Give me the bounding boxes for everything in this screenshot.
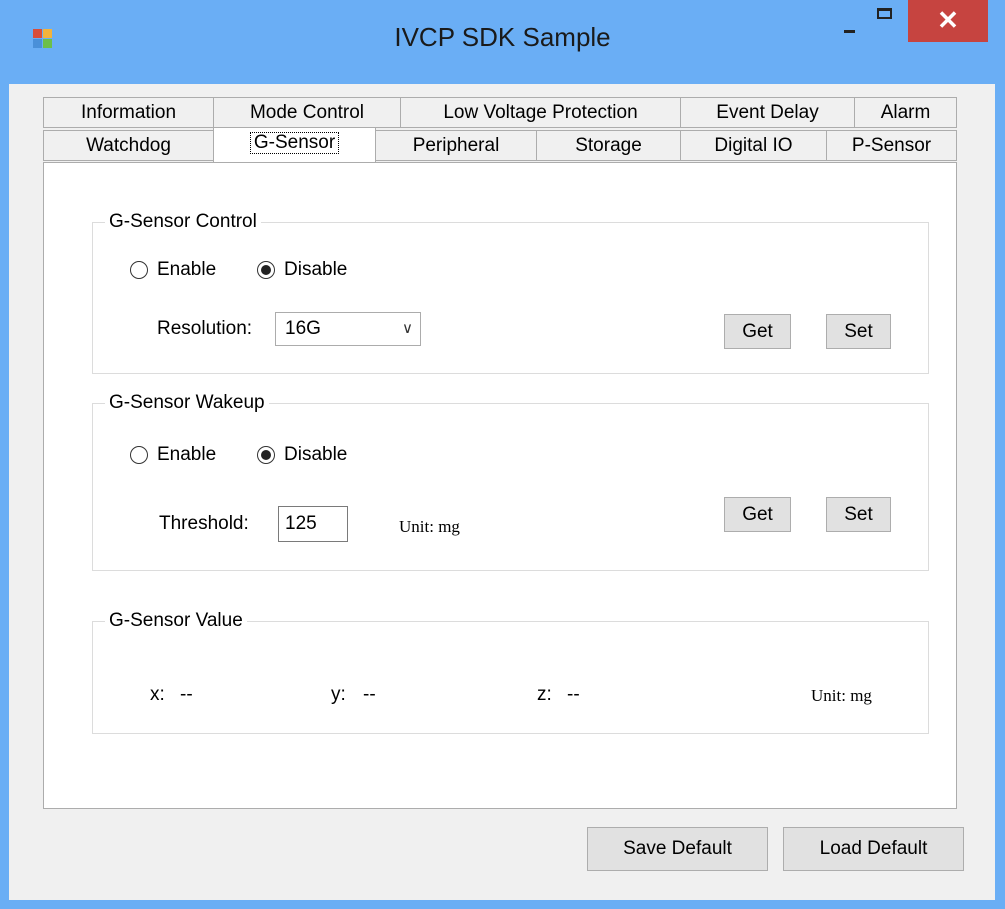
- radio-checked-icon: [257, 446, 275, 464]
- resolution-select[interactable]: 16G ∨: [275, 312, 421, 346]
- x-label: x:: [150, 684, 165, 705]
- control-enable-label: Enable: [157, 259, 217, 280]
- radio-unchecked-icon: [130, 261, 148, 279]
- wakeup-disable-label: Disable: [284, 444, 348, 465]
- control-disable-label: Disable: [284, 259, 348, 280]
- tab-information[interactable]: Information: [43, 97, 214, 128]
- title-bar[interactable]: IVCP SDK Sample ✕: [0, 0, 1005, 84]
- g-sensor-wakeup-group: G-Sensor Wakeup Enable Disable Threshold…: [92, 391, 929, 571]
- threshold-label: Threshold:: [159, 513, 249, 534]
- threshold-input[interactable]: 125: [278, 506, 348, 542]
- tab-peripheral[interactable]: Peripheral: [375, 130, 537, 161]
- y-label: y:: [331, 684, 346, 705]
- tab-watchdog[interactable]: Watchdog: [43, 130, 214, 161]
- radio-unchecked-icon: [130, 446, 148, 464]
- tab-p-sensor[interactable]: P-Sensor: [826, 130, 957, 161]
- z-label: z:: [537, 684, 552, 705]
- client-area: Information Mode Control Low Voltage Pro…: [9, 84, 995, 900]
- control-set-button[interactable]: Set: [826, 314, 891, 349]
- z-value: --: [567, 684, 580, 705]
- g-sensor-tab-page: G-Sensor Control Enable Disable Resoluti…: [43, 162, 957, 809]
- tab-mode-control[interactable]: Mode Control: [213, 97, 401, 128]
- tab-alarm[interactable]: Alarm: [854, 97, 957, 128]
- control-get-button[interactable]: Get: [724, 314, 791, 349]
- save-default-button[interactable]: Save Default: [587, 827, 768, 871]
- g-sensor-value-group: G-Sensor Value x: -- y: -- z: -- Unit: m…: [92, 609, 929, 734]
- value-unit-label: Unit: mg: [811, 686, 872, 705]
- tab-storage[interactable]: Storage: [536, 130, 681, 161]
- resolution-value: 16G: [285, 318, 321, 339]
- resolution-label: Resolution:: [157, 318, 253, 339]
- chevron-down-icon: ∨: [402, 320, 413, 337]
- wakeup-get-button[interactable]: Get: [724, 497, 791, 532]
- close-icon[interactable]: ✕: [908, 0, 988, 42]
- x-value: --: [180, 684, 193, 705]
- wakeup-disable-radio[interactable]: Disable: [257, 444, 347, 466]
- g-sensor-wakeup-legend: G-Sensor Wakeup: [105, 391, 269, 415]
- g-sensor-value-legend: G-Sensor Value: [105, 609, 247, 633]
- y-value: --: [363, 684, 376, 705]
- tab-low-voltage-protection[interactable]: Low Voltage Protection: [400, 97, 681, 128]
- app-window: IVCP SDK Sample ✕ Information Mode Contr…: [0, 0, 1005, 909]
- g-sensor-control-legend: G-Sensor Control: [105, 210, 261, 234]
- tab-digital-io[interactable]: Digital IO: [680, 130, 827, 161]
- control-disable-radio[interactable]: Disable: [257, 259, 347, 281]
- wakeup-enable-radio[interactable]: Enable: [130, 444, 216, 466]
- tab-g-sensor-label: G-Sensor: [249, 132, 340, 154]
- g-sensor-control-group: G-Sensor Control Enable Disable Resoluti…: [92, 210, 929, 374]
- wakeup-enable-label: Enable: [157, 444, 217, 465]
- load-default-button[interactable]: Load Default: [783, 827, 964, 871]
- tab-event-delay[interactable]: Event Delay: [680, 97, 855, 128]
- wakeup-unit-label: Unit: mg: [399, 517, 460, 536]
- wakeup-set-button[interactable]: Set: [826, 497, 891, 532]
- control-enable-radio[interactable]: Enable: [130, 259, 216, 281]
- radio-checked-icon: [257, 261, 275, 279]
- tab-g-sensor[interactable]: G-Sensor: [213, 127, 376, 162]
- maximize-icon[interactable]: [858, 0, 908, 46]
